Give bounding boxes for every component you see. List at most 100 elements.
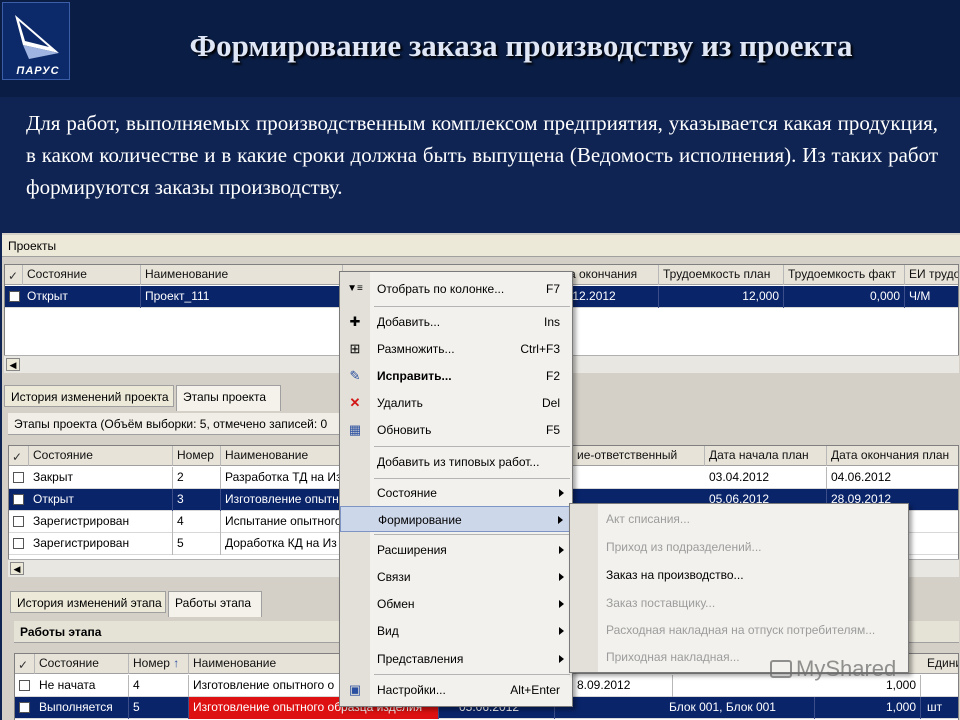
col-end-plan[interactable]: Дата окончания план [827, 446, 958, 466]
menu-separator [374, 534, 570, 535]
logo-text: ПАРУС [16, 65, 60, 77]
cell-start-plan: 03.04.2012 [705, 467, 827, 489]
row-checkbox[interactable] [13, 538, 24, 549]
menu-item-filter-by-column[interactable]: ▼≡ Отобрать по колонке... F7 [340, 276, 572, 302]
menu-item-add-from-templates[interactable]: Добавить из типовых работ... [340, 449, 572, 475]
col-start-plan[interactable]: Дата начала план [705, 446, 827, 466]
sort-ascending-icon: ↑ [173, 656, 180, 670]
menu-item-shortcut: F5 [545, 423, 560, 437]
col-name[interactable]: Наименование [221, 446, 345, 466]
submenu-arrow-icon [559, 655, 564, 663]
col-number[interactable]: Номер [173, 446, 221, 466]
slide-title: Формирование заказа производству из прое… [189, 28, 853, 63]
add-icon: ✚ [349, 314, 361, 329]
intro-text: Для работ, выполняемых производственным … [26, 111, 938, 199]
filter-icon: ▼≡ [347, 283, 363, 294]
col-state[interactable]: Состояние [23, 265, 141, 285]
menu-item-label: Размножить... [377, 342, 455, 356]
menu-item-label: Добавить из типовых работ... [377, 455, 540, 469]
submenu-arrow-icon [559, 489, 564, 497]
menu-item-label: Формирование [378, 513, 462, 527]
row-checkbox[interactable] [13, 516, 24, 527]
col-number-label: Номер [133, 656, 170, 670]
delete-icon: ✕ [349, 395, 361, 410]
submenu-arrow-icon [559, 546, 564, 554]
menu-item-extensions[interactable]: Расширения [340, 537, 572, 563]
check-icon: ✓ [18, 658, 29, 672]
menu-item-shortcut: Del [541, 396, 560, 410]
stages-panel-title: Этапы проекта (Объём выборки: 5, отмечен… [8, 413, 342, 435]
row-checkbox[interactable] [13, 494, 24, 505]
cell-number: 4 [129, 675, 189, 697]
tab-project-stages[interactable]: Этапы проекта [176, 385, 281, 411]
submenu-item-receipt-invoice[interactable]: Приходная накладная... [606, 650, 740, 670]
submenu-item-production-order[interactable]: Заказ на производство... [606, 568, 744, 588]
col-number[interactable]: Номер ↑ [129, 654, 189, 674]
col-responsible[interactable]: ие-ответственный [573, 446, 705, 466]
cell-number: 5 [173, 533, 221, 555]
cell-blocks: Блок 001, Блок 001 [665, 697, 815, 719]
col-labor-fact[interactable]: Трудоемкость факт [784, 265, 905, 285]
row-checkbox[interactable] [19, 680, 30, 691]
submenu-item-write-off-act[interactable]: Акт списания... [606, 512, 690, 532]
menu-item-state[interactable]: Состояние [340, 480, 572, 506]
col-labor-plan[interactable]: Трудоемкость план [659, 265, 784, 285]
menu-item-views[interactable]: Представления [340, 646, 572, 672]
row-checkbox[interactable] [19, 702, 30, 713]
menu-item-links[interactable]: Связи [340, 564, 572, 590]
menu-item-label: Отобрать по колонке... [377, 282, 505, 296]
submenu-item-consumer-invoice[interactable]: Расходная накладная на отпуск потребител… [606, 623, 875, 643]
col-name[interactable]: Наименование [189, 654, 345, 674]
menu-item-refresh[interactable]: ▦ Обновить F5 [340, 417, 572, 443]
cell-number: 5 [129, 697, 189, 719]
col-state[interactable]: Состояние [35, 654, 129, 674]
cell-name: Испытание опытного [221, 511, 345, 533]
cell-state: Зарегистрирован [29, 511, 173, 533]
col-state[interactable]: Состояние [29, 446, 173, 466]
row-checkbox[interactable] [13, 472, 24, 483]
presentation-icon [770, 660, 792, 678]
menu-item-delete[interactable]: ✕ Удалить Del [340, 390, 572, 416]
row-checkbox[interactable] [9, 291, 20, 302]
slide-header: ПАРУС Формирование заказа производству и… [0, 0, 960, 97]
menu-item-label: Настройки... [377, 683, 446, 697]
tab-stage-works[interactable]: Работы этапа [168, 591, 262, 617]
menu-item-formation[interactable]: Формирование [340, 506, 572, 532]
cell-state: Открыт [23, 286, 141, 308]
menu-item-shortcut: F7 [545, 282, 560, 296]
menu-item-add[interactable]: ✚ Добавить... Ins [340, 309, 572, 335]
menu-item-settings[interactable]: ▣ Настройки... Alt+Enter [340, 677, 572, 703]
check-icon: ✓ [8, 269, 19, 283]
watermark-text: MyShared [796, 656, 897, 681]
cell-state: Зарегистрирован [29, 533, 173, 555]
col-labor-unit[interactable]: ЕИ трудо [905, 265, 958, 285]
menu-separator [374, 674, 570, 675]
tab-stage-history[interactable]: История изменений этапа [10, 591, 166, 613]
menu-item-view[interactable]: Вид [340, 618, 572, 644]
select-all-checkbox[interactable]: ✓ [5, 265, 23, 285]
menu-item-edit[interactable]: ✎ Исправить... F2 [340, 363, 572, 389]
formation-submenu: Акт списания... Приход из подразделений.… [569, 503, 909, 673]
menu-item-label: Расширения [377, 543, 447, 557]
cell-name: Изготовление опытн [221, 489, 345, 511]
cell-qty: 1,000 [825, 697, 921, 719]
col-name[interactable]: Наименование [141, 265, 343, 285]
menu-item-shortcut: Alt+Enter [510, 683, 560, 697]
menu-item-duplicate[interactable]: ⊞ Размножить... Ctrl+F3 [340, 336, 572, 362]
menu-item-exchange[interactable]: Обмен [340, 591, 572, 617]
scroll-left-icon[interactable]: ◀ [10, 562, 24, 575]
submenu-item-supplier-order[interactable]: Заказ поставщику... [606, 596, 715, 616]
tab-project-history[interactable]: История изменений проекта [4, 385, 174, 407]
select-all-checkbox[interactable]: ✓ [15, 654, 35, 674]
cell-number: 4 [173, 511, 221, 533]
menu-item-label: Обмен [377, 597, 415, 611]
submenu-item-receipt-from-divisions[interactable]: Приход из подразделений... [606, 540, 762, 560]
select-all-checkbox[interactable]: ✓ [9, 446, 29, 466]
scroll-left-icon[interactable]: ◀ [6, 358, 20, 371]
menu-item-label: Вид [377, 624, 399, 638]
submenu-arrow-icon [559, 627, 564, 635]
menu-item-shortcut: F2 [545, 369, 560, 383]
col-unit[interactable]: Едини [923, 654, 958, 674]
col-end-date[interactable]: а окончания [565, 265, 659, 285]
intro-block: Для работ, выполняемых производственным … [0, 97, 960, 233]
